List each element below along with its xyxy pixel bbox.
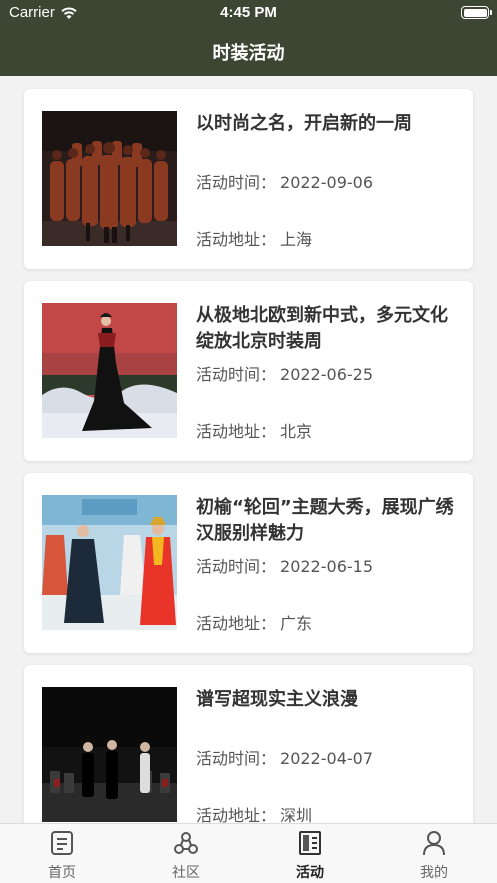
event-address-label: 活动地址： [196,230,277,249]
event-title: 从极地北欧到新中式，多元文化绽放北京时装周 [196,305,448,352]
event-date-label: 活动时间： [196,365,277,384]
event-address-row: 活动地址： 深圳 [196,802,312,823]
event-address: 广东 [280,614,313,633]
event-date-label: 活动时间： [196,173,277,192]
event-address-row: 活动地址： 北京 [196,418,312,442]
event-address-label: 活动地址： [196,614,277,633]
event-card[interactable]: 谱写超现实主义浪漫 活动时间： 2022-04-07 活动地址： 深圳 [24,665,473,823]
tab-bar: 首页 社区 活动 我的 [0,823,497,883]
event-date-label: 活动时间： [196,749,277,768]
tab-activity[interactable]: 活动 [248,824,372,883]
event-card[interactable]: 从极地北欧到新中式，多元文化绽放北京时装周 活动时间： 2022-06-25 活动… [24,281,473,461]
event-address: 北京 [280,422,313,441]
event-title: 以时尚之名，开启新的一周 [196,113,412,134]
event-date: 2022-06-25 [280,365,373,384]
nav-bar: 时装活动 [0,28,497,76]
tab-community[interactable]: 社区 [124,824,248,883]
event-card[interactable]: 初榆“轮回”主题大秀，展现广绣汉服别样魅力 活动时间： 2022-06-15 活动… [24,473,473,653]
event-image-runway-group [42,111,177,246]
event-date-row: 活动时间： 2022-06-25 [196,361,373,385]
page-title: 时装活动 [212,43,285,64]
event-address: 上海 [280,230,313,249]
document-icon [51,831,73,855]
tab-profile[interactable]: 我的 [372,824,496,883]
event-image-black-gown [42,303,177,438]
event-date: 2022-09-06 [280,173,373,192]
activity-icon [299,831,321,855]
event-card[interactable]: 以时尚之名，开启新的一周 活动时间： 2022-09-06 活动地址： 上海 [24,89,473,269]
tab-label: 我的 [420,865,448,881]
event-list[interactable]: 以时尚之名，开启新的一周 活动时间： 2022-09-06 活动地址： 上海 从极地 [0,76,497,823]
tab-label: 社区 [172,865,200,881]
community-icon [174,832,198,854]
event-date-row: 活动时间： 2022-09-06 [196,169,373,193]
event-address-label: 活动地址： [196,422,277,441]
tab-home[interactable]: 首页 [0,824,124,883]
battery-icon [461,6,492,19]
event-title: 初榆“轮回”主题大秀，展现广绣汉服别样魅力 [196,497,454,544]
tab-label: 活动 [296,865,324,881]
tab-label: 首页 [48,865,76,881]
event-image-hanfu-runway [42,495,177,630]
event-date-row: 活动时间： 2022-06-15 [196,553,373,577]
event-date-row: 活动时间： 2022-04-07 [196,745,373,769]
status-time: 4:45 PM [220,4,277,21]
event-date-label: 活动时间： [196,557,277,576]
event-date: 2022-04-07 [280,749,373,768]
user-icon [423,831,445,856]
event-address: 深圳 [280,806,313,823]
event-address-row: 活动地址： 上海 [196,226,312,250]
event-address-row: 活动地址： 广东 [196,610,312,634]
event-title: 谱写超现实主义浪漫 [196,689,358,710]
event-date: 2022-06-15 [280,557,373,576]
event-address-label: 活动地址： [196,806,277,823]
event-image-dark-stage [42,687,177,822]
status-bar: Carrier 4:45 PM [0,0,497,28]
